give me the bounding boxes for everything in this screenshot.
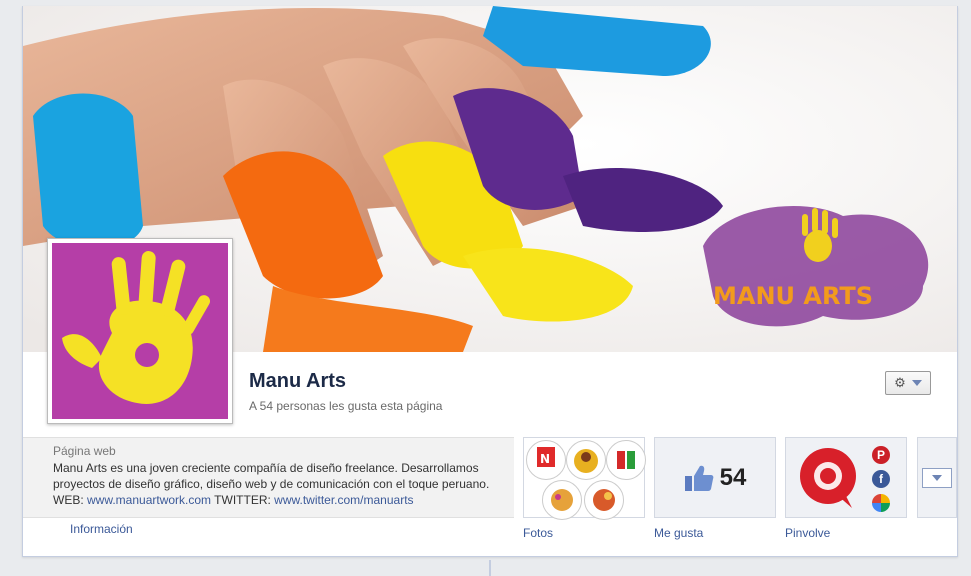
chevron-down-icon [932, 475, 942, 481]
cover-logo-text: MANU ARTS [713, 282, 873, 310]
about-box: Página web Manu Arts es una joven crecie… [23, 437, 514, 518]
facebook-icon: f [872, 470, 890, 488]
page-description: Manu Arts es una joven creciente compañí… [53, 460, 502, 508]
page-timeline-card: MANU ARTS Manu Arts A 54 personas les gu… [22, 6, 958, 557]
photo-thumb [542, 480, 582, 520]
gear-icon: ⚙ [894, 375, 906, 390]
twitter-link[interactable]: www.twitter.com/manuarts [274, 493, 413, 507]
more-apps-panel [917, 437, 957, 518]
likes-count: 54 [719, 463, 747, 491]
photos-app-thumbnail[interactable]: N [523, 437, 646, 520]
pinterest-icon: P [872, 446, 890, 464]
tab-pinvolve[interactable]: Pinvolve [785, 526, 830, 540]
tab-me-gusta[interactable]: Me gusta [654, 526, 703, 540]
website-link[interactable]: www.manuartwork.com [87, 493, 211, 507]
instagram-icon [872, 494, 890, 512]
page-title[interactable]: Manu Arts [249, 370, 346, 393]
svg-text:N: N [540, 452, 550, 466]
thumbs-up-icon [684, 465, 714, 491]
likes-app-thumbnail[interactable]: 54 [654, 437, 776, 518]
twitter-prefix: TWITTER: [211, 493, 275, 507]
pinvolve-app-thumbnail[interactable]: P f [785, 437, 907, 518]
page-category: Página web [53, 444, 116, 458]
timeline-divider [489, 560, 491, 576]
more-apps-button[interactable] [922, 468, 952, 488]
pinvolve-logo-icon [800, 448, 856, 508]
page-settings-button[interactable]: ⚙ [885, 371, 931, 395]
photo-thumb [606, 440, 646, 480]
tab-informacion[interactable]: Información [70, 522, 133, 536]
handprint-logo [52, 243, 228, 419]
likes-summary: A 54 personas les gusta esta página [249, 399, 443, 413]
photo-thumb [566, 440, 606, 480]
profile-picture[interactable] [47, 238, 233, 424]
photo-thumb [584, 480, 624, 520]
tab-fotos[interactable]: Fotos [523, 526, 553, 540]
photo-thumb: N [526, 440, 566, 480]
chevron-down-icon [911, 380, 922, 386]
